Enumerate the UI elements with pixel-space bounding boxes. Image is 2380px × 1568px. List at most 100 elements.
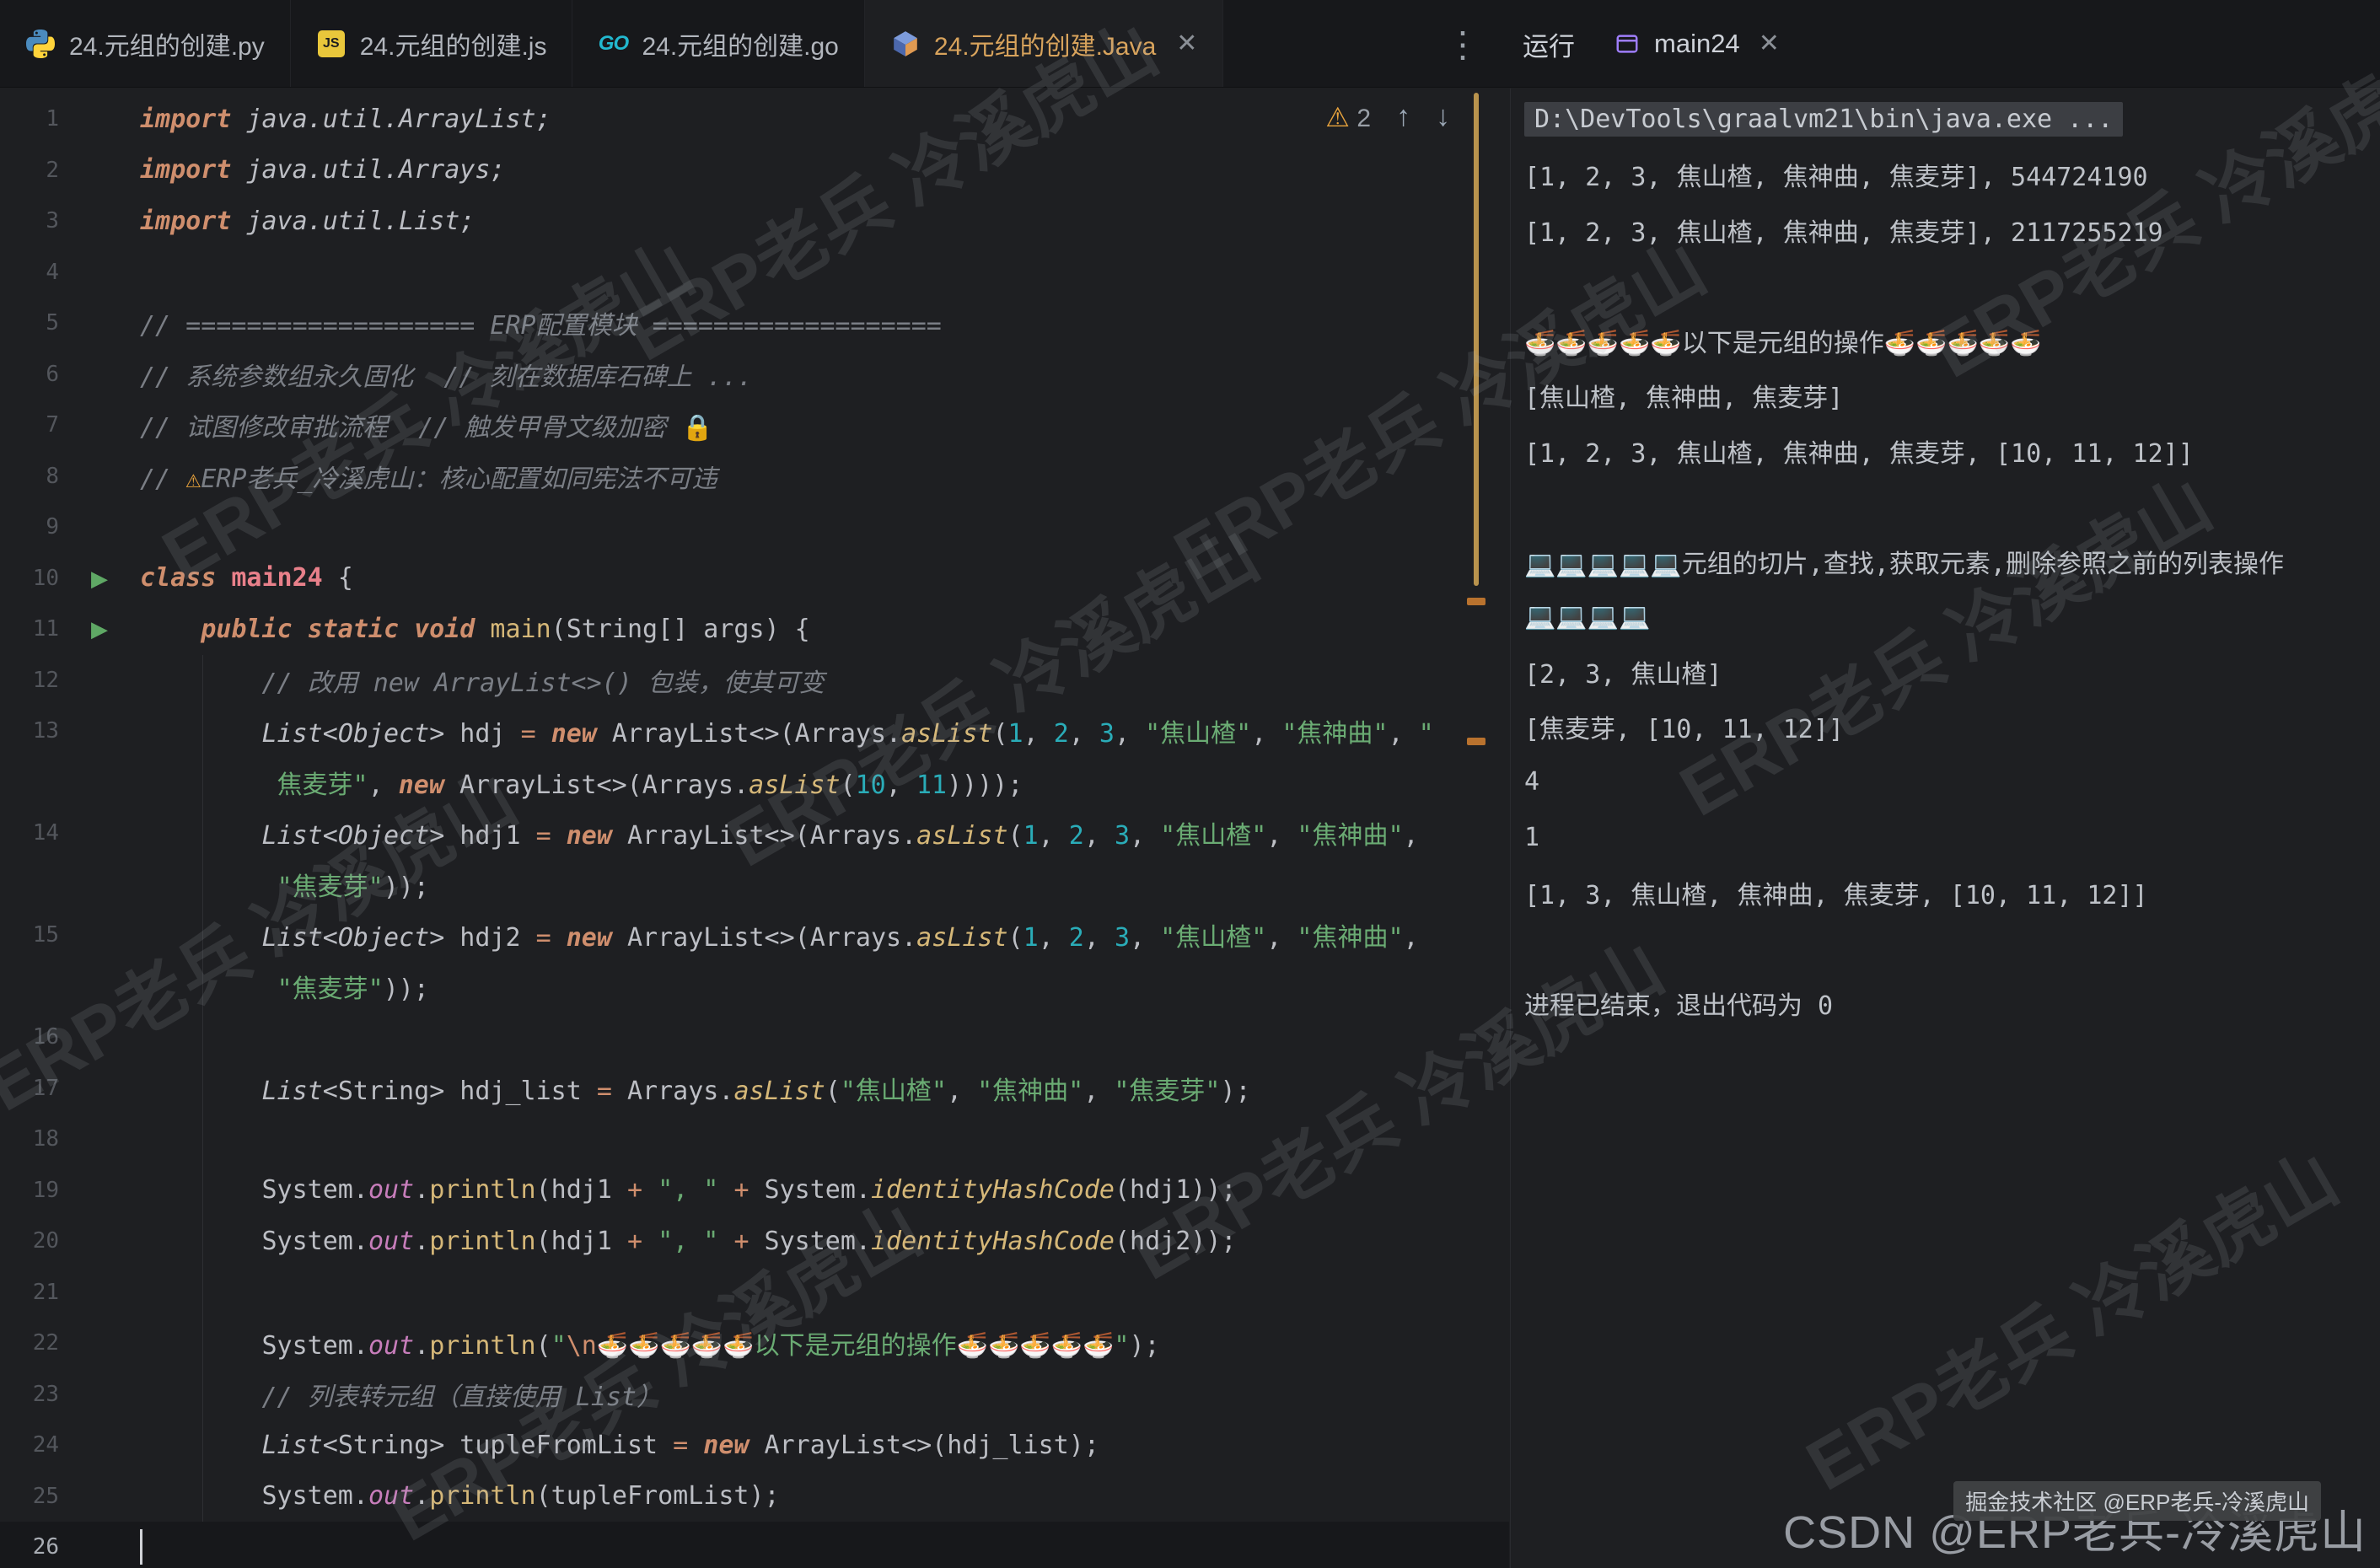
go-icon: GO [598, 29, 628, 59]
code-line[interactable]: 9 [0, 502, 1509, 553]
line-number[interactable]: 13 [0, 718, 59, 744]
code-line[interactable]: "焦麦芽")); [0, 961, 1509, 1012]
line-number[interactable]: 26 [0, 1534, 59, 1560]
line-number[interactable]: 24 [0, 1432, 59, 1458]
code-line[interactable]: 7// 试图修改审批流程 // 触发甲骨文级加密 🔒 [0, 400, 1509, 451]
code-line[interactable]: 13 List<Object> hdj = new ArrayList<>(Ar… [0, 706, 1509, 757]
code-line[interactable]: 3import java.util.List; [0, 196, 1509, 247]
code-line[interactable]: 23 // 列表转元组（直接使用 List） [0, 1369, 1509, 1420]
line-number[interactable]: 20 [0, 1228, 59, 1254]
run-gutter-icon[interactable]: ▶ [91, 567, 108, 589]
tab-file-py[interactable]: 24.元组的创建.py [0, 0, 291, 87]
code-line[interactable]: 25 System.out.println(tupleFromList); [0, 1471, 1509, 1522]
code-line[interactable]: 17 List<String> hdj_list = Arrays.asList… [0, 1063, 1509, 1114]
warning-icon: ⚠ [1325, 102, 1350, 132]
line-number[interactable]: 8 [0, 464, 59, 489]
console-line: 💻💻💻💻 [1524, 589, 2380, 645]
code-line[interactable]: 1import java.util.ArrayList; [0, 94, 1509, 145]
console-output: D:\DevTools\graalvm21\bin\java.exe ...[1… [1511, 89, 2380, 1031]
line-number[interactable]: 10 [0, 566, 59, 591]
run-panel-title: 运行 [1523, 25, 1575, 63]
console-line [1524, 258, 2380, 314]
close-icon[interactable]: ✕ [1759, 31, 1780, 56]
code-line[interactable]: 4 [0, 247, 1509, 298]
code-line[interactable]: 11▶ public static void main(String[] arg… [0, 604, 1509, 655]
code-line[interactable]: 8// ⚠ERP老兵_冷溪虎山：核心配置如同宪法不可违 [0, 451, 1509, 502]
console-line: [焦麦芽, [10, 11, 12]] [1524, 700, 2380, 755]
tab-label: 24.元组的创建.Java [934, 25, 1156, 62]
next-problem-button[interactable]: ↓ [1436, 100, 1450, 133]
code-line[interactable]: 5// =================== ERP配置模块 ========… [0, 298, 1509, 349]
console-line: [1, 2, 3, 焦山楂, 焦神曲, 焦麦芽], 2117255219 [1524, 202, 2380, 258]
line-number[interactable]: 1 [0, 106, 59, 132]
line-number[interactable]: 21 [0, 1280, 59, 1305]
line-number[interactable]: 3 [0, 208, 59, 234]
line-number[interactable]: 23 [0, 1382, 59, 1407]
tab-run-main24[interactable]: main24 ✕ [1612, 29, 1780, 59]
line-number[interactable]: 5 [0, 310, 59, 336]
tab-file-js[interactable]: JS 24.元组的创建.js [291, 0, 573, 87]
javascript-icon: JS [316, 29, 347, 59]
code-line[interactable]: 2import java.util.Arrays; [0, 145, 1509, 196]
warning-count: 2 [1357, 105, 1371, 132]
code-line[interactable]: 15 List<Object> hdj2 = new ArrayList<>(A… [0, 910, 1509, 961]
text-cursor [140, 1529, 142, 1565]
line-number[interactable]: 4 [0, 260, 59, 285]
scrollbar-warning-mark [1467, 598, 1485, 605]
code-line[interactable]: "焦麦芽")); [0, 859, 1509, 910]
inspections-widget[interactable]: ⚠ 2 ↑ ↓ [1325, 100, 1450, 133]
console-line [1524, 479, 2380, 534]
line-number[interactable]: 14 [0, 820, 59, 846]
code-line[interactable]: 12 // 改用 new ArrayList<>() 包装，使其可变 [0, 655, 1509, 706]
more-options-icon[interactable]: ⋮ [1430, 0, 1496, 88]
line-number[interactable]: 19 [0, 1178, 59, 1203]
line-number[interactable]: 18 [0, 1126, 59, 1152]
previous-problem-button[interactable]: ↑ [1396, 100, 1410, 133]
console-line: 1 [1524, 810, 2380, 866]
code-line[interactable]: 10▶class main24 { [0, 553, 1509, 604]
console-line: 进程已结束，退出代码为 0 [1524, 975, 2380, 1031]
tab-file-go[interactable]: GO 24.元组的创建.go [572, 0, 864, 87]
run-tool-window-header: 运行 main24 ✕ [1523, 0, 1780, 88]
scrollbar-thumb[interactable] [1474, 93, 1479, 586]
line-number[interactable]: 22 [0, 1330, 59, 1356]
line-number[interactable]: 6 [0, 362, 59, 387]
line-number[interactable]: 16 [0, 1024, 59, 1050]
code-line[interactable]: 24 List<String> tupleFromList = new Arra… [0, 1420, 1509, 1471]
tab-label: 24.元组的创建.py [69, 25, 265, 62]
ide-window: 24.元组的创建.py JS 24.元组的创建.js GO 24.元组的创建.g… [0, 0, 2380, 1568]
line-number[interactable]: 12 [0, 668, 59, 693]
python-icon [25, 29, 56, 59]
code-line[interactable]: 21 [0, 1267, 1509, 1318]
window-icon [1612, 29, 1642, 59]
code-line[interactable]: 6// 系统参数组永久固化 // 刻在数据库石碑上 ... [0, 349, 1509, 400]
console-line: [1, 3, 焦山楂, 焦神曲, 焦麦芽, [10, 11, 12]] [1524, 865, 2380, 921]
code-line[interactable]: 焦麦芽", new ArrayList<>(Arrays.asList(10, … [0, 757, 1509, 808]
code-line[interactable]: 14 List<Object> hdj1 = new ArrayList<>(A… [0, 808, 1509, 859]
editor-tab-bar: 24.元组的创建.py JS 24.元组的创建.js GO 24.元组的创建.g… [0, 0, 2380, 88]
line-number[interactable]: 11 [0, 616, 59, 642]
code-line[interactable]: 20 System.out.println(hdj1 + ", " + Syst… [0, 1216, 1509, 1267]
editor-lines[interactable]: 1import java.util.ArrayList;2import java… [0, 94, 1509, 1568]
code-line[interactable]: 22 System.out.println("\n🍜🍜🍜🍜🍜以下是元组的操作🍜🍜… [0, 1318, 1509, 1369]
line-number[interactable]: 2 [0, 158, 59, 183]
run-console[interactable]: D:\DevTools\graalvm21\bin\java.exe ...[1… [1510, 89, 2380, 1568]
console-line: [2, 3, 焦山楂] [1524, 644, 2380, 700]
code-line[interactable]: 18 [0, 1114, 1509, 1165]
tab-label: main24 [1654, 29, 1740, 59]
code-line[interactable]: 19 System.out.println(hdj1 + ", " + Syst… [0, 1165, 1509, 1216]
java-class-icon [890, 29, 921, 59]
console-line: 🍜🍜🍜🍜🍜以下是元组的操作🍜🍜🍜🍜🍜 [1524, 313, 2380, 368]
code-line[interactable]: 16 [0, 1012, 1509, 1063]
line-number[interactable]: 7 [0, 412, 59, 438]
line-number[interactable]: 15 [0, 922, 59, 948]
tab-file-java[interactable]: 24.元组的创建.Java ✕ [865, 0, 1224, 87]
run-gutter-icon[interactable]: ▶ [91, 618, 108, 640]
line-number[interactable]: 17 [0, 1076, 59, 1101]
console-line: [1, 2, 3, 焦山楂, 焦神曲, 焦麦芽], 544724190 [1524, 148, 2380, 203]
line-number[interactable]: 9 [0, 514, 59, 540]
close-icon[interactable]: ✕ [1176, 31, 1197, 56]
code-line[interactable]: 26 [0, 1522, 1509, 1568]
code-editor[interactable]: 1import java.util.ArrayList;2import java… [0, 89, 1509, 1568]
line-number[interactable]: 25 [0, 1484, 59, 1509]
